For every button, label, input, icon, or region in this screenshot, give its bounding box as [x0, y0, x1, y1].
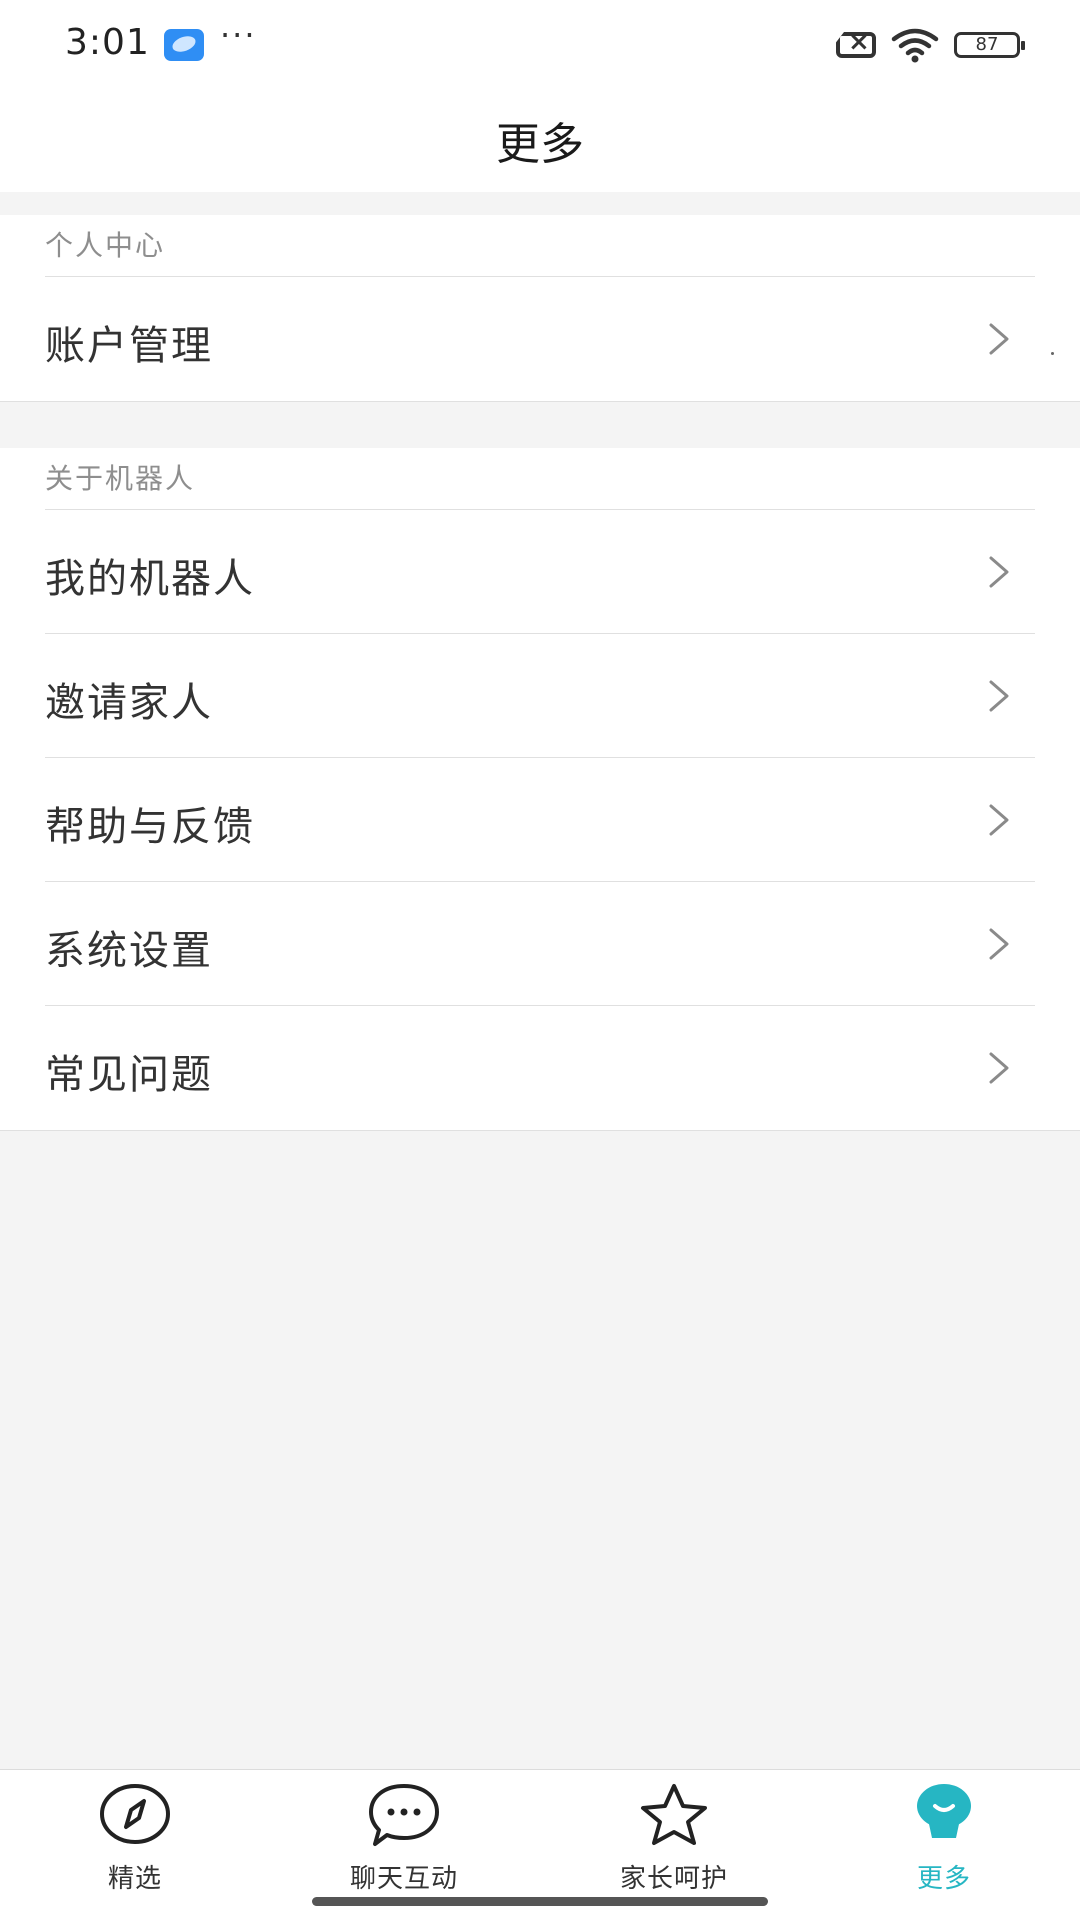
wifi-icon	[891, 28, 939, 63]
page-title: 更多	[496, 119, 584, 170]
robot-icon	[917, 1784, 971, 1838]
menu-item-faq[interactable]: 常见问题	[45, 1006, 1035, 1130]
tab-more[interactable]: 更多	[844, 1780, 1044, 1894]
home-indicator[interactable]	[312, 1897, 768, 1906]
menu-item-invite-family[interactable]: 邀请家人	[45, 634, 1035, 758]
menu-item-account-management[interactable]: 账户管理	[45, 277, 1035, 401]
menu-item-label: 邀请家人	[45, 680, 213, 726]
divider	[0, 401, 1080, 402]
tab-label: 聊天互动	[349, 1864, 458, 1894]
section-header: 关于机器人	[45, 448, 1035, 510]
section-header: 个人中心	[45, 215, 1035, 277]
compass-icon	[100, 1784, 170, 1844]
menu-item-label: 帮助与反馈	[45, 804, 255, 850]
tab-parental-care[interactable]: 家长呵护	[574, 1780, 774, 1894]
section-about-robot: 关于机器人 我的机器人 邀请家人 帮助与反馈 系统设置 常见问题	[0, 448, 1080, 1130]
chevron-right-icon	[989, 928, 1009, 960]
battery-indicator: 87	[954, 32, 1025, 58]
tab-featured[interactable]: 精选	[35, 1780, 235, 1894]
more-notifications-icon: ···	[220, 16, 257, 54]
tab-label: 精选	[107, 1864, 162, 1894]
section-personal-center: 个人中心 账户管理	[0, 215, 1080, 401]
status-icons: 87	[836, 24, 1025, 66]
menu-item-label: 我的机器人	[45, 556, 255, 602]
title-bar: 更多	[0, 90, 1080, 192]
status-time: 3:01	[65, 22, 150, 63]
divider	[0, 1130, 1080, 1131]
app-notification-icon	[164, 29, 204, 61]
star-icon	[641, 1784, 707, 1845]
chevron-right-icon	[989, 556, 1009, 588]
chat-bubble-icon	[369, 1784, 439, 1846]
tab-label: 更多	[916, 1864, 971, 1894]
menu-item-system-settings[interactable]: 系统设置	[45, 882, 1035, 1006]
tab-label: 家长呵护	[619, 1864, 728, 1894]
dot-mark	[1051, 352, 1054, 355]
menu-item-help-feedback[interactable]: 帮助与反馈	[45, 758, 1035, 882]
menu-item-my-robot[interactable]: 我的机器人	[45, 510, 1035, 634]
tab-chat[interactable]: 聊天互动	[304, 1780, 504, 1894]
menu-item-label: 账户管理	[45, 323, 213, 369]
menu-item-label: 系统设置	[45, 928, 213, 974]
chevron-right-icon	[989, 804, 1009, 836]
chevron-right-icon	[989, 680, 1009, 712]
chevron-right-icon	[989, 323, 1009, 355]
status-bar: 3:01 ··· 87	[0, 0, 1080, 90]
menu-item-label: 常见问题	[45, 1052, 213, 1098]
chevron-right-icon	[989, 1052, 1009, 1084]
no-sim-icon	[836, 32, 876, 58]
